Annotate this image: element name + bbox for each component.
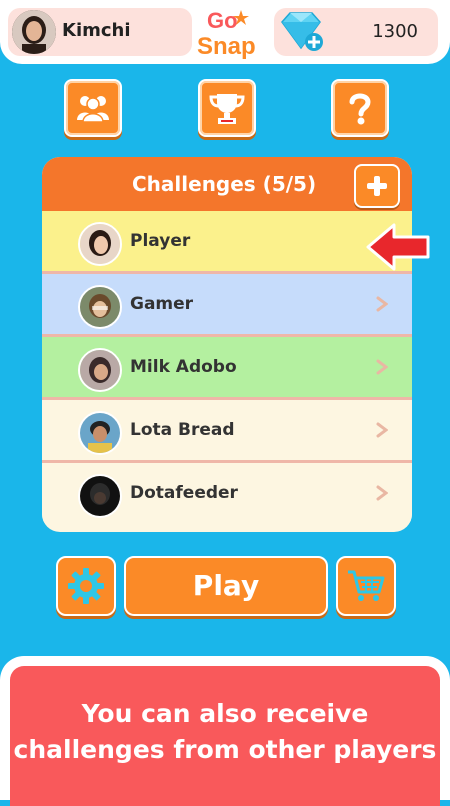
question-mark-icon <box>349 93 371 125</box>
challenges-header: Challenges (5/5) <box>42 157 412 211</box>
gear-icon <box>68 568 104 604</box>
challenger-name: Gamer <box>130 294 194 314</box>
friends-button[interactable] <box>64 79 122 137</box>
avatar <box>12 10 56 54</box>
gem-count: 1300 <box>372 21 418 42</box>
challenge-row[interactable]: Lota Bread <box>42 400 412 463</box>
challenger-name: Player <box>130 231 191 251</box>
logo-snap: Snap <box>197 33 256 60</box>
pointer-arrow-icon <box>366 223 430 271</box>
help-button[interactable] <box>331 79 389 137</box>
tip-box: You can also receive challenges from oth… <box>10 666 440 806</box>
top-bar: Kimchi Go Snap 1300 <box>0 0 450 64</box>
avatar <box>78 222 122 266</box>
challenge-row[interactable]: Player <box>42 211 412 274</box>
username: Kimchi <box>62 20 131 41</box>
challenges-panel: Challenges (5/5) Player Gamer Milk Adobo <box>42 157 412 532</box>
challenge-row[interactable]: Gamer <box>42 274 412 337</box>
tip-text: You can also receive challenges from oth… <box>10 696 440 768</box>
go-snap-logo: Go Snap <box>195 6 269 60</box>
add-challenge-button[interactable] <box>354 164 400 208</box>
challenges-title: Challenges (5/5) <box>132 172 317 196</box>
avatar <box>78 348 122 392</box>
play-button[interactable]: Play <box>124 556 328 616</box>
settings-button[interactable] <box>56 556 116 616</box>
chevron-right-icon <box>376 485 388 501</box>
tip-line-1: You can also receive <box>81 699 369 728</box>
shop-button[interactable] <box>336 556 396 616</box>
friends-icon <box>77 96 109 123</box>
avatar <box>78 411 122 455</box>
challenger-name: Milk Adobo <box>130 357 237 377</box>
tip-line-2: challenges from other players <box>13 735 437 764</box>
diamond-icon <box>276 10 326 54</box>
trophy-icon <box>209 94 245 124</box>
challenger-name: Lota Bread <box>130 420 235 440</box>
gem-balance[interactable]: 1300 <box>274 8 438 56</box>
avatar <box>78 474 122 518</box>
profile-panel[interactable]: Kimchi <box>8 8 192 56</box>
challenge-row[interactable]: Milk Adobo <box>42 337 412 400</box>
avatar <box>78 285 122 329</box>
tip-banner: You can also receive challenges from oth… <box>0 656 450 806</box>
challenger-name: Dotafeeder <box>130 483 238 503</box>
logo-go: Go <box>207 8 238 33</box>
leaderboard-button[interactable] <box>198 79 256 137</box>
cart-icon <box>348 570 385 601</box>
chevron-right-icon <box>376 422 388 438</box>
plus-icon <box>367 176 387 196</box>
challenge-row[interactable]: Dotafeeder <box>42 463 412 523</box>
chevron-right-icon <box>376 359 388 375</box>
chevron-right-icon <box>376 296 388 312</box>
